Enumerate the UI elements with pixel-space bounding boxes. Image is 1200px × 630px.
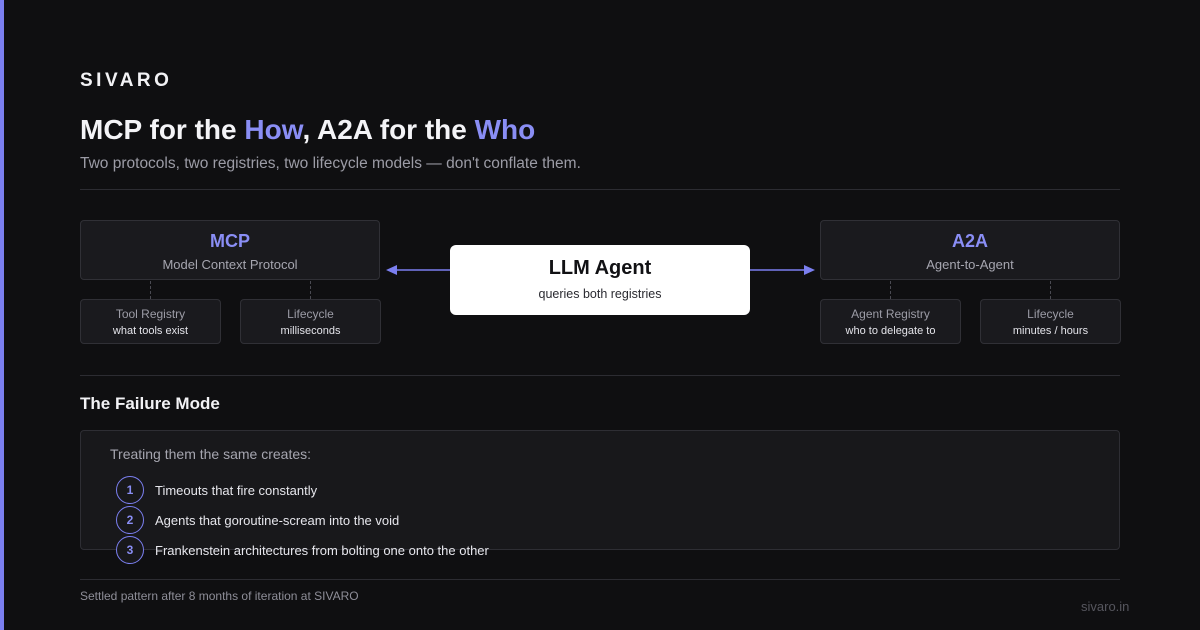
list-item-text: Frankenstein architectures from bolting … (155, 542, 489, 558)
a2a-agent-registry-box: Agent Registry who to delegate to (820, 299, 961, 344)
number-badge: 2 (116, 506, 144, 534)
a2a-connector-lifecycle (1050, 281, 1051, 299)
footer-note: Settled pattern after 8 months of iterat… (80, 589, 359, 603)
divider-middle (80, 375, 1120, 376)
list-item-text: Timeouts that fire constantly (155, 482, 318, 498)
footer-url: sivaro.in (1081, 599, 1130, 614)
number-badge: 3 (116, 536, 144, 564)
a2a-connector-agent-registry (890, 281, 891, 299)
a2a-agent-registry-label: Agent Registry (851, 307, 930, 321)
arrow-head-to-a2a (804, 265, 815, 275)
list-item-text: Agents that goroutine-scream into the vo… (155, 512, 400, 528)
failure-mode-intro: Treating them the same creates: (110, 446, 312, 462)
a2a-lifecycle-value: minutes / hours (1012, 325, 1089, 337)
a2a-agent-registry-value: who to delegate to (845, 325, 936, 337)
list-item: 2 Agents that goroutine-scream into the … (116, 506, 399, 534)
a2a-lifecycle-box: Lifecycle minutes / hours (980, 299, 1121, 344)
a2a-name: A2A (951, 231, 988, 251)
number-badge: 1 (116, 476, 144, 504)
a2a-lifecycle-label: Lifecycle (1027, 307, 1074, 321)
arrow-head-to-mcp (386, 265, 397, 275)
a2a-box: A2A Agent-to-Agent (820, 220, 1120, 280)
failure-mode-title: The Failure Mode (80, 394, 220, 413)
divider-bottom (80, 579, 1120, 580)
a2a-description: Agent-to-Agent (926, 257, 1014, 272)
list-item: 1 Timeouts that fire constantly (116, 476, 317, 504)
list-item: 3 Frankenstein architectures from boltin… (116, 536, 489, 564)
